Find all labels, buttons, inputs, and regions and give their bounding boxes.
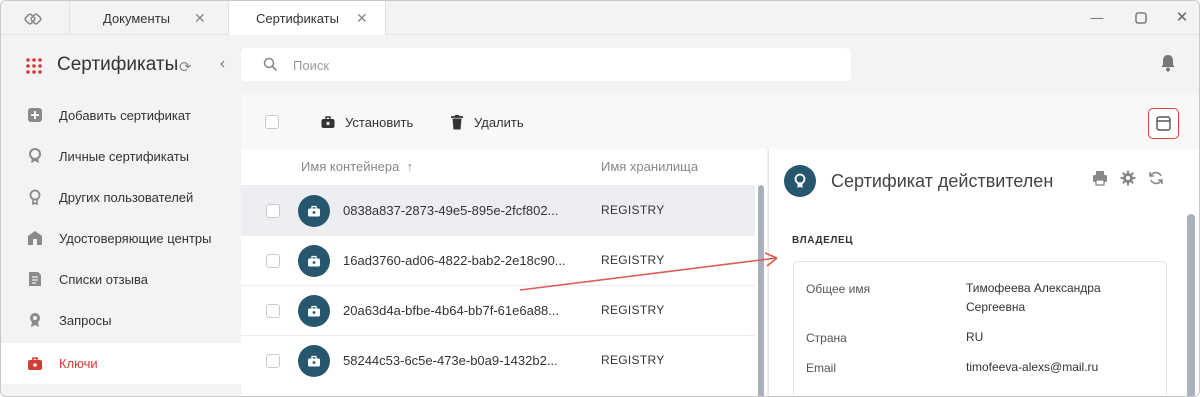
sidebar-item-label: Добавить сертификат: [59, 108, 191, 123]
column-header-container-name[interactable]: Имя контейнера ↑: [301, 159, 413, 174]
key-icon: [28, 357, 42, 370]
settings-gear-icon[interactable]: [1120, 170, 1136, 186]
row-checkbox[interactable]: [266, 254, 280, 268]
owner-info-box: Общее имя Тимофеева Александра Сергеевна…: [793, 261, 1167, 396]
container-name: 0838a837-2873-49e5-895e-2fcf802...: [343, 203, 559, 218]
close-window-icon[interactable]: ✕: [1173, 9, 1191, 27]
containers-table: Имя контейнера ↑ Имя хранилища 0838a837-…: [241, 149, 767, 396]
row-checkbox[interactable]: [266, 304, 280, 318]
notification-bell-icon[interactable]: [1160, 54, 1176, 72]
tab-certificates[interactable]: Сертификаты ✕: [228, 1, 386, 36]
minimize-icon[interactable]: —: [1088, 9, 1106, 27]
field-value-common-name: Тимофеева Александра Сергеевна: [966, 281, 1101, 314]
print-icon[interactable]: [1092, 170, 1108, 186]
table-scrollbar[interactable]: [758, 185, 764, 396]
tab-documents[interactable]: Документы ✕: [69, 1, 227, 35]
sidebar-item-label: Личные сертификаты: [59, 149, 189, 164]
sidebar-item-requests[interactable]: Запросы: [1, 300, 241, 341]
close-tab-icon[interactable]: ✕: [194, 10, 206, 27]
certificate-details-panel: Сертификат действителен ВЛАДЕЛЕЦ Общее и…: [768, 149, 1199, 396]
install-icon: [321, 116, 335, 128]
key-container-icon: [298, 245, 330, 277]
tab-documents-label: Документы: [103, 10, 171, 26]
table-row[interactable]: 20a63d4a-bfbe-4b64-bb7f-61e6a88... REGIS…: [241, 285, 755, 335]
app-logo-icon: [24, 13, 42, 25]
sidebar-item-label: Удостоверяющие центры: [59, 231, 212, 246]
field-value-email: timofeeva-alexs@mail.ru: [966, 360, 1099, 374]
install-button[interactable]: Установить: [321, 113, 413, 131]
key-container-icon: [298, 345, 330, 377]
search-input[interactable]: [293, 55, 793, 75]
main-area: Установить Удалить Имя контейнера ↑ Имя …: [241, 35, 1199, 396]
sidebar-header: Сертификаты ⟳ ‹: [1, 35, 241, 95]
sidebar-item-label: Запросы: [59, 313, 112, 328]
toolbar: Установить Удалить: [241, 95, 1199, 149]
sidebar-item-other-users[interactable]: Других пользователей: [1, 177, 241, 218]
delete-button[interactable]: Удалить: [450, 113, 524, 131]
certificate-status: Сертификат действителен: [831, 171, 1054, 191]
container-name: 20a63d4a-bfbe-4b64-bb7f-61e6a88...: [343, 303, 560, 318]
field-label-country: Страна: [806, 331, 847, 345]
install-button-label: Установить: [345, 114, 414, 130]
store-name: REGISTRY: [601, 203, 665, 217]
sidebar: Сертификаты ⟳ ‹ Добавить сертификат Личн…: [1, 35, 241, 396]
search-bar[interactable]: [241, 48, 851, 81]
sidebar-item-keys[interactable]: Ключи: [1, 343, 241, 384]
field-value-country: RU: [966, 330, 984, 344]
refresh-icon[interactable]: ⟳: [179, 58, 192, 76]
tab-certificates-label: Сертификаты: [256, 11, 339, 26]
sidebar-item-label: Списки отзыва: [59, 272, 148, 287]
key-container-icon: [298, 295, 330, 327]
key-container-icon: [298, 195, 330, 227]
container-name: 16ad3760-ad06-4822-bab2-2e18c90...: [343, 253, 566, 268]
search-icon: [263, 57, 278, 72]
sidebar-item-certificate-authorities[interactable]: Удостоверяющие центры: [1, 218, 241, 259]
table-row[interactable]: 58244c53-6c5e-473e-b0a9-1432b2... REGIST…: [241, 335, 755, 385]
field-label-common-name: Общее имя: [806, 282, 871, 296]
sidebar-title: Сертификаты: [57, 54, 179, 75]
store-name: REGISTRY: [601, 303, 665, 317]
collapse-sidebar-icon[interactable]: ‹: [220, 55, 225, 72]
revocation-list-icon: [29, 272, 41, 286]
details-scrollbar[interactable]: [1187, 214, 1195, 396]
sort-ascending-icon[interactable]: ↑: [407, 159, 414, 174]
app-window: Документы ✕ Сертификаты ✕ — ✕ Сертификат…: [0, 0, 1200, 397]
sidebar-item-personal-certificates[interactable]: Личные сертификаты: [1, 136, 241, 177]
sidebar-item-label: Ключи: [59, 356, 98, 371]
maximize-icon[interactable]: [1132, 9, 1150, 27]
column-header-store-name[interactable]: Имя хранилища: [601, 159, 698, 174]
sidebar-item-revocation-lists[interactable]: Списки отзыва: [1, 259, 241, 300]
column-header-label: Имя контейнера: [301, 159, 400, 174]
store-name: REGISTRY: [601, 353, 665, 367]
app-menu-grid-icon[interactable]: [26, 58, 42, 74]
sidebar-item-add-certificate[interactable]: Добавить сертификат: [1, 95, 241, 136]
certificate-authority-icon: [28, 231, 42, 245]
panel-layout-icon: [1156, 116, 1171, 131]
delete-button-label: Удалить: [474, 114, 524, 130]
table-row[interactable]: 0838a837-2873-49e5-895e-2fcf802... REGIS…: [241, 185, 755, 235]
certificate-valid-icon: [784, 165, 816, 197]
trash-icon: [451, 115, 463, 130]
title-bar: Документы ✕ Сертификаты ✕ — ✕: [1, 1, 1199, 36]
table-row[interactable]: 16ad3760-ad06-4822-bab2-2e18c90... REGIS…: [241, 235, 755, 285]
other-users-icon: [29, 189, 41, 205]
requests-icon: [30, 313, 40, 327]
table-header: Имя контейнера ↑ Имя хранилища: [241, 149, 767, 185]
toggle-details-panel-button[interactable]: [1148, 108, 1179, 139]
owner-section-title: ВЛАДЕЛЕЦ: [792, 235, 854, 246]
close-tab-icon[interactable]: ✕: [356, 10, 368, 27]
store-name: REGISTRY: [601, 253, 665, 267]
row-checkbox[interactable]: [266, 354, 280, 368]
field-label-email: Email: [806, 361, 837, 375]
sidebar-item-label: Других пользователей: [59, 190, 194, 205]
row-checkbox[interactable]: [266, 204, 280, 218]
select-all-checkbox[interactable]: [265, 115, 279, 129]
add-certificate-icon: [28, 108, 42, 122]
container-name: 58244c53-6c5e-473e-b0a9-1432b2...: [343, 353, 558, 368]
personal-certificate-icon: [29, 148, 41, 163]
refresh-icon[interactable]: [1148, 170, 1164, 186]
